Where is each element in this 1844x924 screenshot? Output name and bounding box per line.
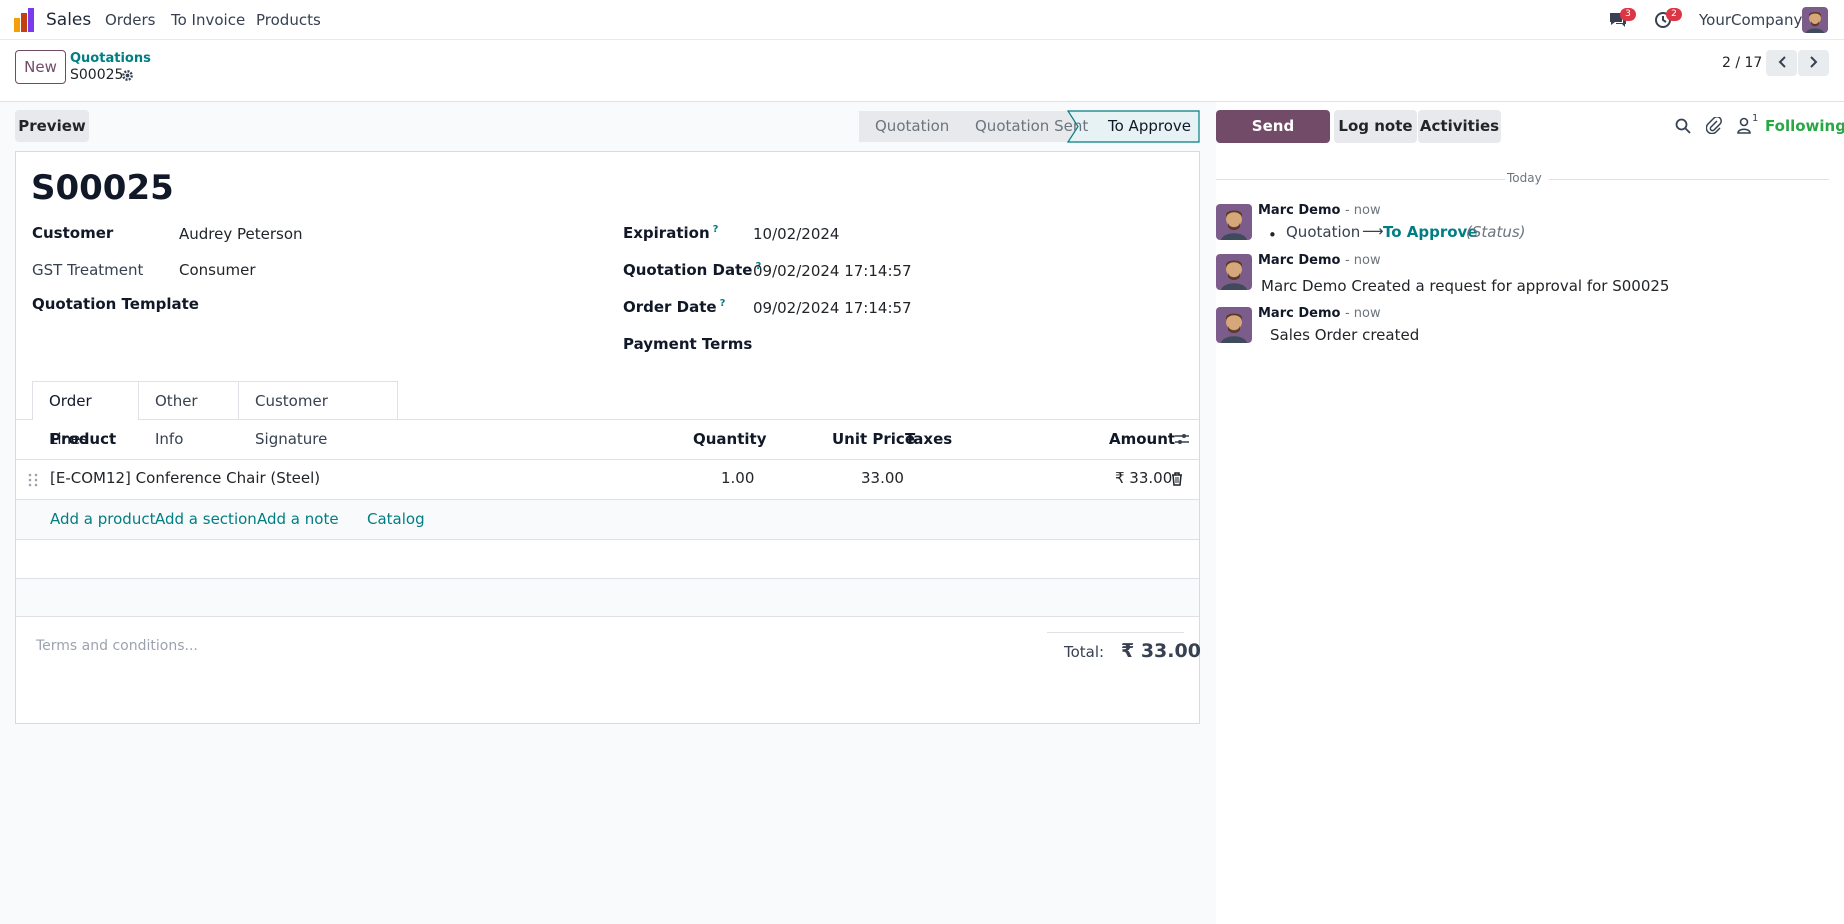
- tab-order-lines[interactable]: Order Lines: [32, 381, 139, 448]
- optional-columns-icon[interactable]: [1174, 431, 1190, 447]
- messages-badge: 3: [1620, 8, 1636, 21]
- drag-handle-icon[interactable]: [28, 473, 38, 487]
- order-date-field[interactable]: 09/02/2024 17:14:57: [753, 299, 912, 317]
- expiration-field[interactable]: 10/02/2024: [753, 225, 839, 243]
- top-navbar: Sales Orders To Invoice Products 3 2 You…: [0, 0, 1844, 40]
- message-author[interactable]: Marc Demo - now: [1258, 203, 1381, 218]
- row-divider: [16, 539, 1199, 540]
- stage-quotation-sent[interactable]: Quotation Sent: [975, 110, 1088, 142]
- quotation-date-field[interactable]: 09/02/2024 17:14:57: [753, 262, 912, 280]
- search-icon[interactable]: [1675, 118, 1691, 134]
- arrow-right-icon: ⟶: [1362, 222, 1384, 240]
- add-note-link[interactable]: Add a note: [257, 510, 339, 528]
- record-name: S00025: [70, 67, 124, 83]
- message-author[interactable]: Marc Demo - now: [1258, 253, 1381, 268]
- order-number-title: S00025: [31, 168, 174, 208]
- pager-previous-button[interactable]: [1766, 50, 1797, 76]
- total-amount: ₹ 33.00: [1121, 640, 1201, 662]
- add-section-link[interactable]: Add a section: [155, 510, 257, 528]
- customer-label: Customer: [32, 224, 114, 242]
- column-amount[interactable]: Amount: [1109, 430, 1175, 448]
- preview-button[interactable]: Preview: [15, 110, 89, 142]
- paperclip-icon[interactable]: [1706, 117, 1722, 134]
- order-date-label: Order Date?: [623, 298, 726, 316]
- chevron-right-icon: [1809, 56, 1817, 68]
- quotation-date-label: Quotation Date?: [623, 261, 762, 279]
- gst-treatment-label: GST Treatment: [32, 261, 144, 279]
- add-product-link[interactable]: Add a product: [50, 510, 155, 528]
- date-separator-line: [1216, 179, 1505, 180]
- line-product[interactable]: [E-COM12] Conference Chair (Steel): [50, 469, 320, 487]
- payment-terms-label: Payment Terms: [623, 335, 753, 353]
- expiration-label: Expiration?: [623, 224, 719, 242]
- stage-to-approve[interactable]: To Approve: [1108, 110, 1191, 142]
- date-separator: Today: [1507, 171, 1542, 185]
- following-button[interactable]: Following: [1765, 117, 1844, 135]
- breadcrumb-quotations[interactable]: Quotations: [70, 51, 151, 66]
- menu-to-invoice[interactable]: To Invoice: [171, 11, 245, 29]
- total-label: Total:: [1064, 643, 1105, 661]
- message-author[interactable]: Marc Demo - now: [1258, 306, 1381, 321]
- sales-app-icon[interactable]: [14, 8, 36, 32]
- tracking-old-value: Quotation: [1286, 223, 1361, 241]
- new-button[interactable]: New: [15, 50, 66, 84]
- pager-value[interactable]: 2 / 17: [1722, 55, 1762, 71]
- user-avatar[interactable]: [1802, 7, 1828, 33]
- send-message-button[interactable]: Send message: [1216, 110, 1330, 168]
- column-product[interactable]: Product: [50, 430, 116, 448]
- avatar[interactable]: [1216, 254, 1252, 290]
- app-name[interactable]: Sales: [46, 10, 91, 30]
- empty-row: [16, 579, 1199, 616]
- customer-field[interactable]: Audrey Peterson: [179, 225, 303, 243]
- line-quantity[interactable]: 1.00: [721, 469, 754, 487]
- quotation-template-label: Quotation Template: [32, 295, 199, 313]
- avatar[interactable]: [1216, 307, 1252, 343]
- company-switcher[interactable]: YourCompany: [1699, 11, 1802, 29]
- activities-badge: 2: [1666, 8, 1682, 21]
- gear-icon[interactable]: [121, 69, 134, 82]
- followers-count: 1: [1752, 113, 1759, 124]
- stage-quotation[interactable]: Quotation: [875, 110, 949, 142]
- tab-customer-signature[interactable]: Customer Signature: [238, 381, 398, 448]
- column-unit-price[interactable]: Unit Price: [832, 430, 915, 448]
- pager-next-button[interactable]: [1798, 50, 1829, 76]
- table-row[interactable]: [E-COM12] Conference Chair (Steel) 1.00 …: [16, 460, 1199, 499]
- message-body: Marc Demo Created a request for approval…: [1261, 277, 1670, 295]
- trash-icon[interactable]: [1171, 472, 1183, 486]
- line-amount: ₹ 33.00: [1115, 469, 1173, 487]
- terms-input[interactable]: Terms and conditions...: [36, 638, 198, 654]
- log-note-button[interactable]: Log note: [1334, 110, 1417, 143]
- menu-orders[interactable]: Orders: [105, 11, 155, 29]
- column-taxes[interactable]: Taxes: [905, 430, 952, 448]
- row-divider: [16, 616, 1199, 617]
- chevron-left-icon: [1778, 56, 1786, 68]
- tab-other-info[interactable]: Other Info: [139, 381, 239, 448]
- followers-icon[interactable]: [1737, 117, 1751, 134]
- line-unit-price[interactable]: 33.00: [861, 469, 904, 487]
- message-body: Sales Order created: [1270, 326, 1420, 344]
- column-quantity[interactable]: Quantity: [693, 430, 767, 448]
- catalog-link[interactable]: Catalog: [367, 510, 425, 528]
- control-panel: New Quotations S00025 2 / 17: [0, 40, 1844, 102]
- tracking-new-value: To Approve: [1383, 223, 1478, 241]
- bullet: •: [1268, 226, 1277, 244]
- avatar[interactable]: [1216, 204, 1252, 240]
- total-divider: [1047, 632, 1184, 633]
- date-separator-line: [1549, 179, 1829, 180]
- gst-treatment-field[interactable]: Consumer: [179, 261, 256, 279]
- menu-products[interactable]: Products: [256, 11, 321, 29]
- activities-button[interactable]: Activities: [1418, 110, 1501, 143]
- tracking-field: (Status): [1466, 223, 1526, 241]
